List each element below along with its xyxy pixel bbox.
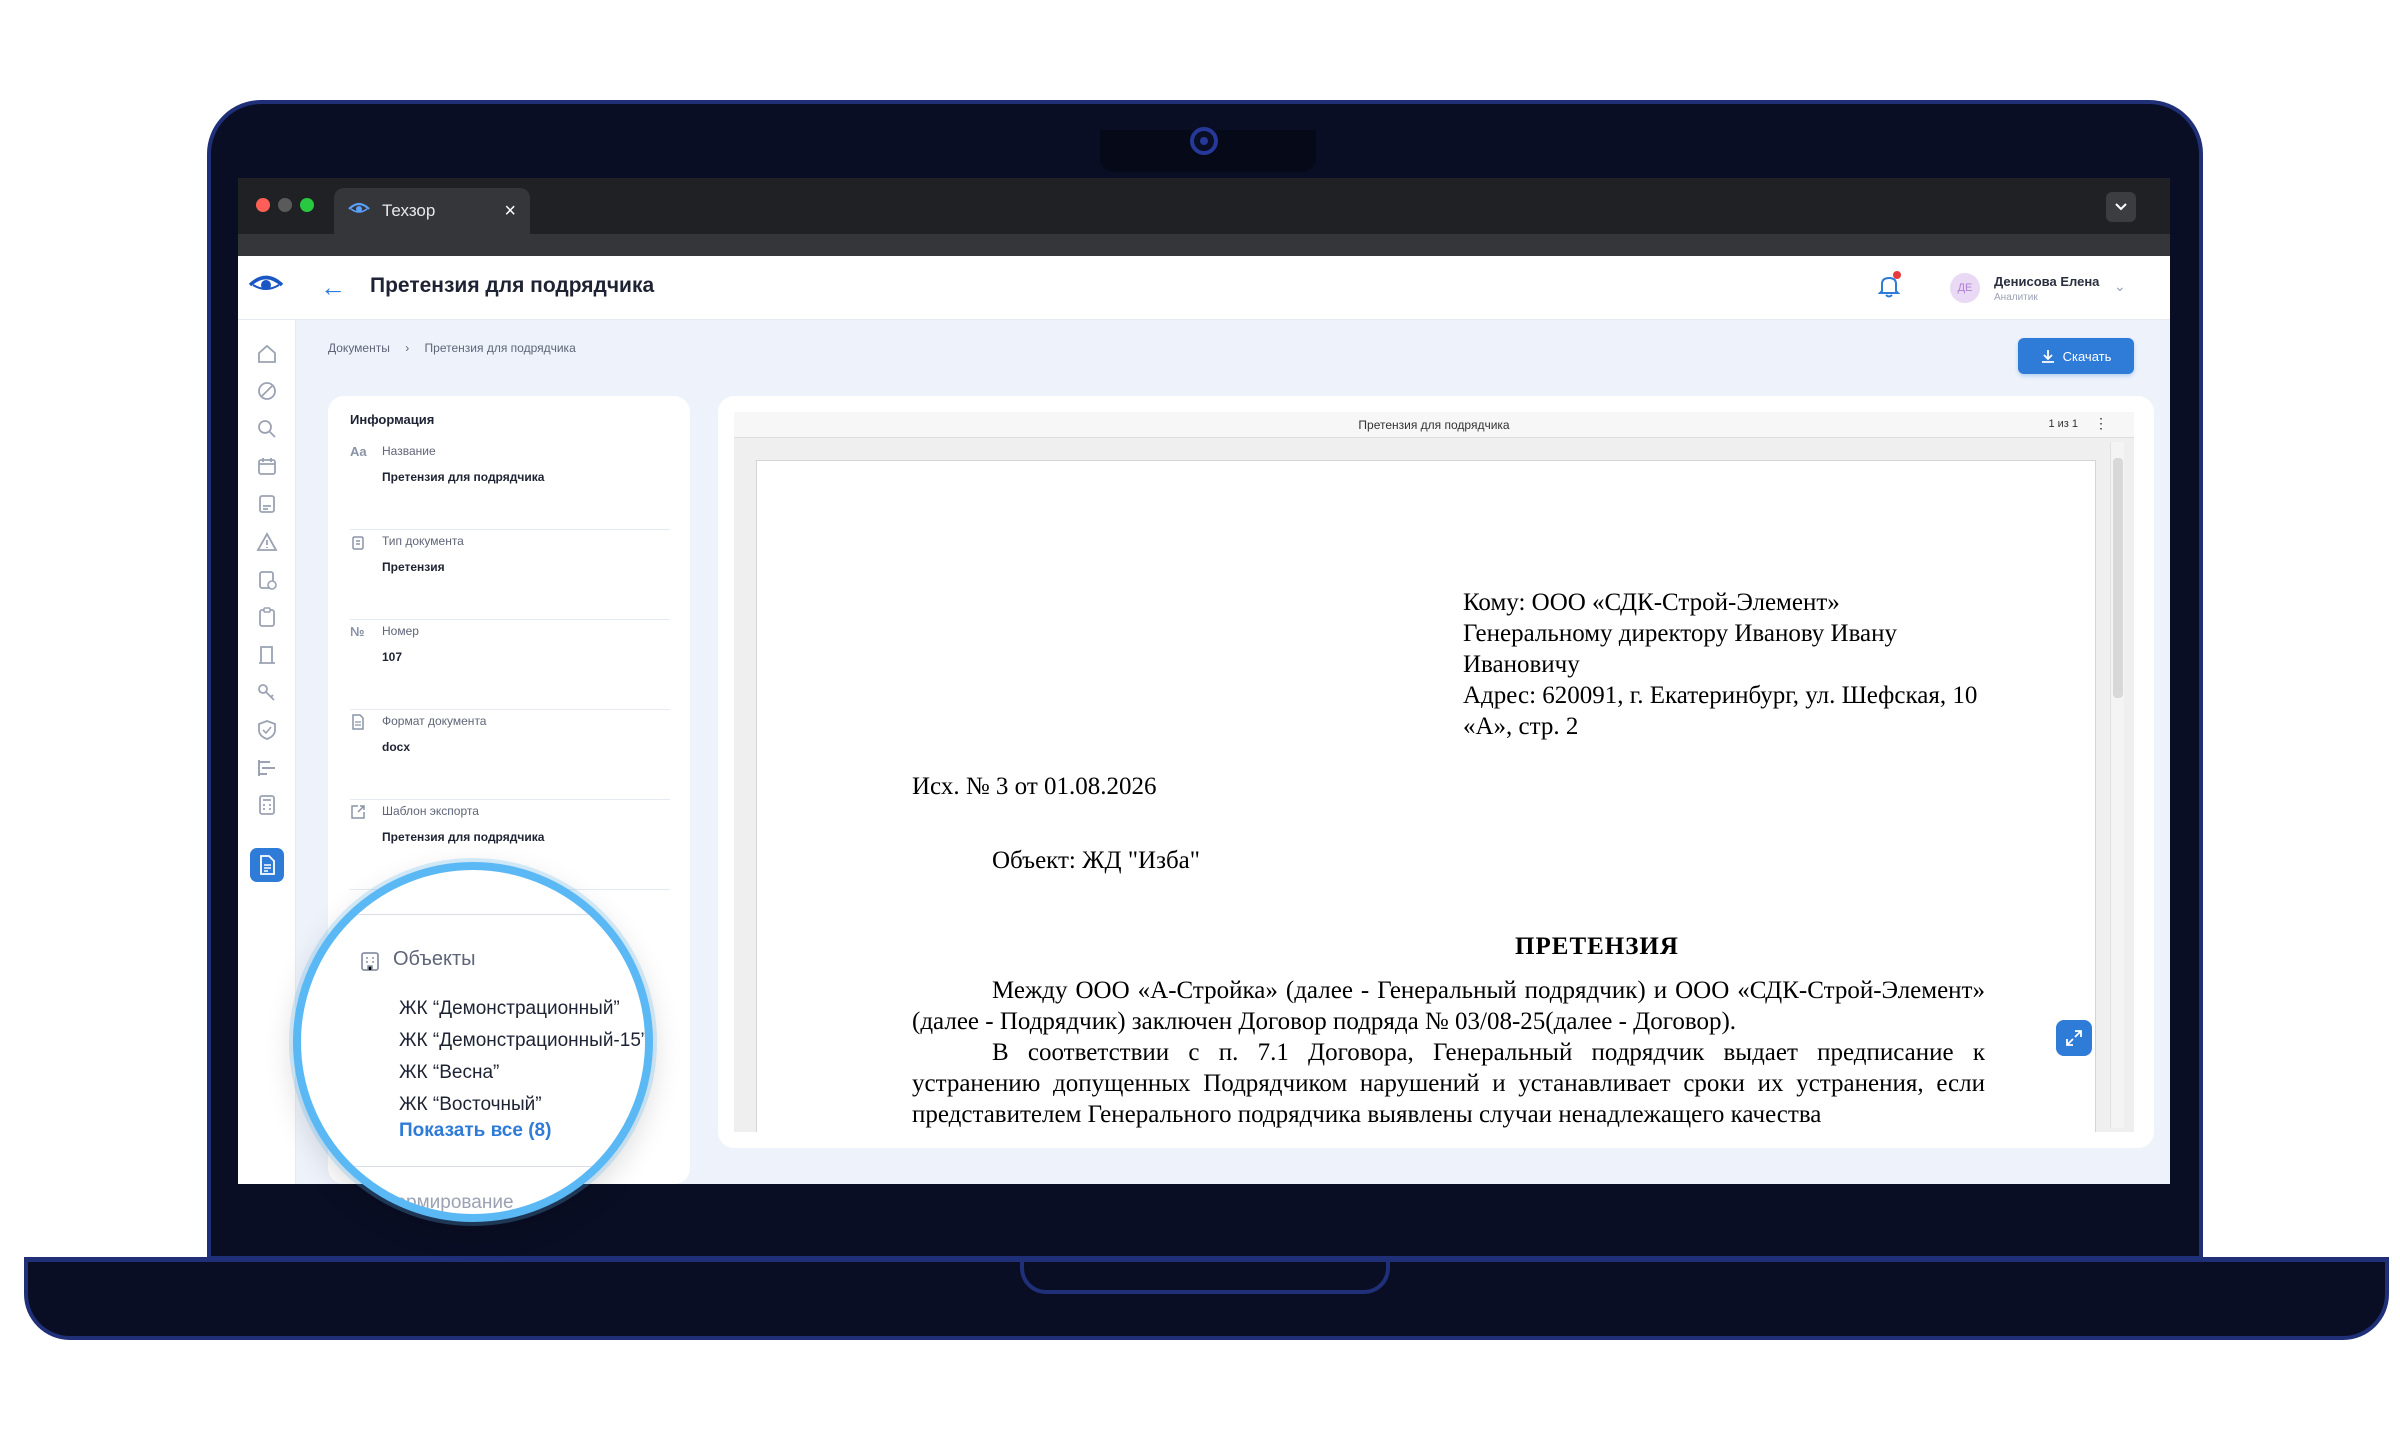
calendar-icon[interactable] <box>253 452 281 480</box>
recipient-line: Адрес: 620091, г. Екатеринбург, ул. Шефс… <box>1463 682 1978 740</box>
field-label: Формат документа <box>382 714 487 728</box>
maximize-window-dot[interactable] <box>300 198 314 212</box>
field-value: Претензия для подрядчика <box>382 470 545 484</box>
recipient-block: Кому: ООО «СДК-Строй-Элемент» Генерально… <box>1463 587 1983 742</box>
notification-badge <box>1893 271 1901 279</box>
breadcrumb-separator-icon: › <box>405 341 410 355</box>
browser-tab[interactable]: Техзор × <box>334 188 530 234</box>
key-icon[interactable] <box>253 678 281 706</box>
app-logo-icon[interactable] <box>248 274 284 301</box>
shield-icon[interactable] <box>253 716 281 744</box>
object-line: Объект: ЖД "Изба" <box>992 847 1200 874</box>
tab-close-icon[interactable]: × <box>504 200 516 223</box>
field-label: Шаблон экспорта <box>382 804 479 818</box>
scrollbar-thumb[interactable] <box>2113 458 2123 698</box>
browser-toolbar <box>238 234 2170 256</box>
viewer-scrollbar[interactable] <box>2110 442 2124 1128</box>
more-options-icon[interactable]: ⋮ <box>2094 415 2108 432</box>
number-icon: № <box>350 624 365 639</box>
object-item[interactable]: ЖК “Демонстрационный-15” <box>399 1030 645 1052</box>
gantt-icon[interactable] <box>253 754 281 782</box>
viewer-toolbar: Претензия для подрядчика 1 из 1 ⋮ <box>734 412 2134 438</box>
object-item[interactable]: ЖК “Восточный” <box>399 1094 542 1116</box>
download-button[interactable]: Скачать <box>2018 338 2134 374</box>
user-menu-chevron-icon[interactable]: ⌄ <box>2114 278 2126 295</box>
warning-icon[interactable] <box>253 528 281 556</box>
search-icon[interactable] <box>253 415 281 443</box>
door-icon[interactable] <box>253 641 281 669</box>
report-icon[interactable] <box>253 490 281 518</box>
recipient-line: Генеральному директору Иванову Ивану Ива… <box>1463 620 1898 678</box>
objects-heading: Объекты <box>393 948 476 970</box>
field-value: docx <box>382 740 411 754</box>
user-role: Аналитик <box>1994 292 2038 303</box>
download-icon <box>2041 350 2054 363</box>
expand-icon[interactable] <box>2056 1020 2092 1056</box>
field-number: № Номер 107 <box>350 622 670 710</box>
divider <box>351 1166 611 1167</box>
buildings-icon <box>359 950 381 977</box>
field-doc-type: Тип документа Претензия <box>350 532 670 620</box>
field-label: Название <box>382 444 436 458</box>
outgoing-reference: Исх. № 3 от 01.08.2026 <box>912 773 1157 800</box>
divider <box>351 914 611 915</box>
object-item[interactable]: ЖК “Демонстрационный” <box>399 998 620 1020</box>
field-label: Тип документа <box>382 534 464 548</box>
document-heading: ПРЕТЕНЗИЯ <box>1515 933 1679 960</box>
show-all-link[interactable]: Показать все (8) <box>399 1120 551 1142</box>
info-heading: Информация <box>350 412 435 427</box>
eye-logo-icon <box>348 201 370 221</box>
field-value: 107 <box>382 650 403 664</box>
ban-icon[interactable] <box>253 377 281 405</box>
stage: Техзор × ← Претензия для подрядчика ДЕ Д… <box>0 0 2400 1440</box>
calculator-icon[interactable] <box>253 791 281 819</box>
laptop-hinge <box>1020 1262 1390 1294</box>
recipient-line: Кому: ООО «СДК-Строй-Элемент» <box>1463 589 1840 616</box>
webcam-icon <box>1190 127 1218 155</box>
page-indicator: 1 из 1 <box>2048 418 2078 430</box>
viewer-title: Претензия для подрядчика <box>1358 418 1510 432</box>
field-value: Претензия для подрядчика <box>382 830 545 844</box>
home-icon[interactable] <box>253 340 281 368</box>
font-icon: Aa <box>350 444 367 459</box>
field-value: Претензия <box>382 560 445 574</box>
breadcrumb-documents[interactable]: Документы <box>328 341 390 355</box>
field-format: Формат документа docx <box>350 712 670 800</box>
object-item[interactable]: ЖК “Весна” <box>399 1062 499 1084</box>
user-name[interactable]: Денисова Елена <box>1994 274 2099 289</box>
app-header: ← Претензия для подрядчика ДЕ Денисова Е… <box>238 256 2170 320</box>
download-label: Скачать <box>2062 348 2112 364</box>
document-viewer[interactable]: Претензия для подрядчика 1 из 1 ⋮ Кому: … <box>734 412 2134 1132</box>
document-body: Между ООО «А-Стройка» (далее - Генеральн… <box>912 975 1985 1130</box>
sidebar <box>238 320 296 1184</box>
tab-title: Техзор <box>382 201 436 220</box>
clipboard-icon <box>350 534 370 554</box>
file-icon <box>350 714 370 734</box>
browser-chrome: Техзор × <box>238 178 2170 234</box>
paragraph: Между ООО «А-Стройка» (далее - Генеральн… <box>912 977 1985 1035</box>
documents-icon[interactable] <box>250 848 284 882</box>
page-title: Претензия для подрядчика <box>370 274 655 297</box>
magnifier-callout: Объекты ЖК “Демонстрационный” ЖК “Демонс… <box>293 862 653 1222</box>
close-window-dot[interactable] <box>256 198 270 212</box>
clipboard-icon[interactable] <box>253 603 281 631</box>
breadcrumb-current: Претензия для подрядчика <box>424 341 576 355</box>
checklist-icon[interactable] <box>253 566 281 594</box>
export-icon <box>350 804 370 824</box>
avatar[interactable]: ДЕ <box>1950 273 1980 303</box>
field-name: Aa Название Претензия для подрядчика <box>350 442 670 530</box>
tab-list-chevron-icon[interactable] <box>2106 192 2136 222</box>
breadcrumb: Документы › Претензия для подрядчика <box>328 341 576 355</box>
back-arrow-icon[interactable]: ← <box>320 272 346 303</box>
field-label: Номер <box>382 624 419 638</box>
next-section-label: Формирование <box>381 1192 514 1213</box>
paragraph: В соответствии с п. 7.1 Договора, Генера… <box>912 1039 1985 1128</box>
minimize-window-dot[interactable] <box>278 198 292 212</box>
document-page: Кому: ООО «СДК-Строй-Элемент» Генерально… <box>756 460 2096 1132</box>
